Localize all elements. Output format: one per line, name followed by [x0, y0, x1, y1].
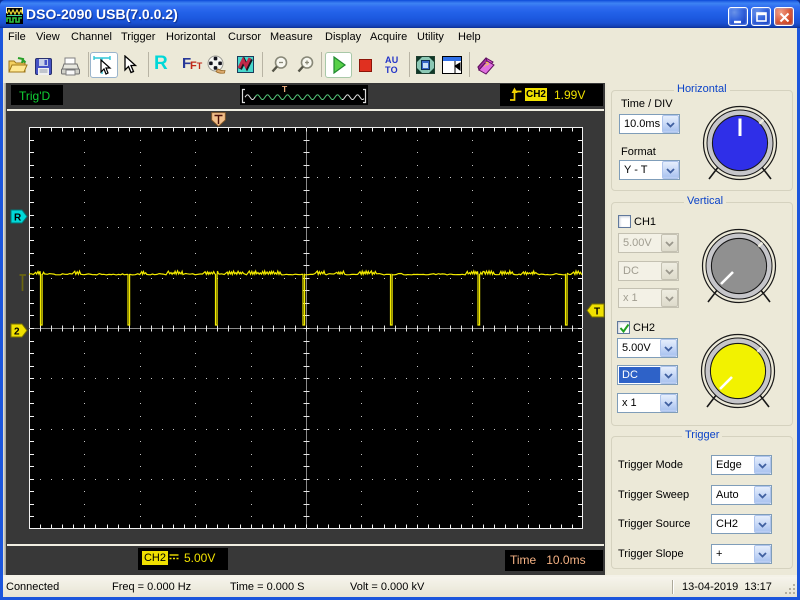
svg-text:T: T — [594, 307, 600, 318]
svg-text:T: T — [282, 85, 288, 94]
svg-text:2: 2 — [14, 327, 20, 338]
svg-text:R: R — [14, 213, 22, 224]
